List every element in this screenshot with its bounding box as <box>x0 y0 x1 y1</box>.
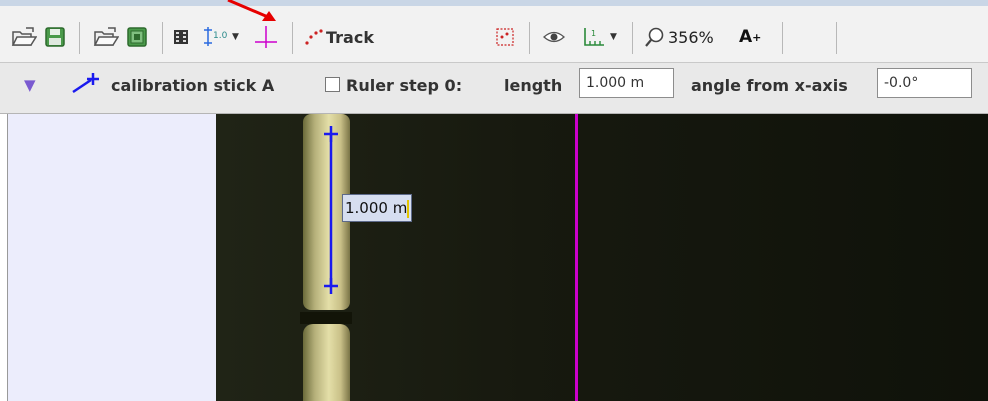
dropdown-arrow-icon[interactable]: ▼ <box>610 24 617 50</box>
font-size-button[interactable]: A + <box>739 24 761 50</box>
track-name[interactable]: calibration stick A <box>111 76 274 95</box>
annotation-arrow-icon <box>227 0 276 21</box>
visibility-eye-icon[interactable] <box>543 24 565 50</box>
video-viewer[interactable] <box>216 114 988 401</box>
text-caret <box>407 199 410 218</box>
font-size-button-label: A <box>739 27 753 47</box>
dropdown-arrow-icon[interactable]: ▼ <box>232 24 239 50</box>
toolbar-separator <box>162 22 163 54</box>
track-control-icon[interactable] <box>495 24 515 50</box>
ruler-grid-icon[interactable]: 1 <box>582 24 606 50</box>
ruler-checkbox[interactable] <box>325 77 340 92</box>
save-video-icon[interactable] <box>126 24 148 50</box>
film-icon[interactable] <box>173 24 189 50</box>
track-dropdown-icon[interactable]: ▼ <box>24 76 36 94</box>
toolbar-separator <box>529 22 530 54</box>
step-label: Ruler step 0: <box>346 76 463 95</box>
angle-field[interactable]: -0.0° <box>877 68 972 98</box>
calibration-stick-icon <box>69 70 105 100</box>
length-readout-text: 1.000 m <box>345 199 408 217</box>
track-points-icon[interactable] <box>304 24 324 50</box>
svg-text:1.0: 1.0 <box>213 31 228 41</box>
toolbar-separator <box>292 22 293 54</box>
track-button-label[interactable]: Track <box>326 24 374 50</box>
open-folder-icon[interactable] <box>11 24 37 50</box>
stick-joint <box>300 312 352 324</box>
open-video-icon[interactable] <box>93 24 119 50</box>
toolbar-separator <box>836 22 837 54</box>
length-label: length <box>504 76 563 95</box>
save-icon[interactable] <box>44 24 66 50</box>
left-side-panel <box>7 114 216 401</box>
font-size-button-sup: + <box>752 30 762 44</box>
length-field[interactable]: 1.000 m <box>579 68 674 98</box>
main-toolbar: 1.0 ▼ Track 1 ▼ 356% A + <box>0 0 988 62</box>
stick-segment-lower <box>303 324 350 401</box>
length-readout-field[interactable]: 1.000 m <box>342 194 413 222</box>
toolbar-separator <box>632 22 633 54</box>
y-axis-line[interactable] <box>575 114 578 401</box>
calibration-tool-icon[interactable]: 1.0 <box>202 24 228 50</box>
zoom-level[interactable]: 356% <box>668 24 714 50</box>
svg-text:1: 1 <box>591 29 596 38</box>
toolbar-separator <box>782 22 783 54</box>
angle-label: angle from x-axis <box>691 76 848 95</box>
toolbar-separator <box>79 22 80 54</box>
zoom-magnifier-icon[interactable] <box>644 24 666 50</box>
track-control-bar: ▼ calibration stick A Ruler step 0: leng… <box>0 62 988 114</box>
coordinate-axes-icon[interactable] <box>253 24 279 50</box>
